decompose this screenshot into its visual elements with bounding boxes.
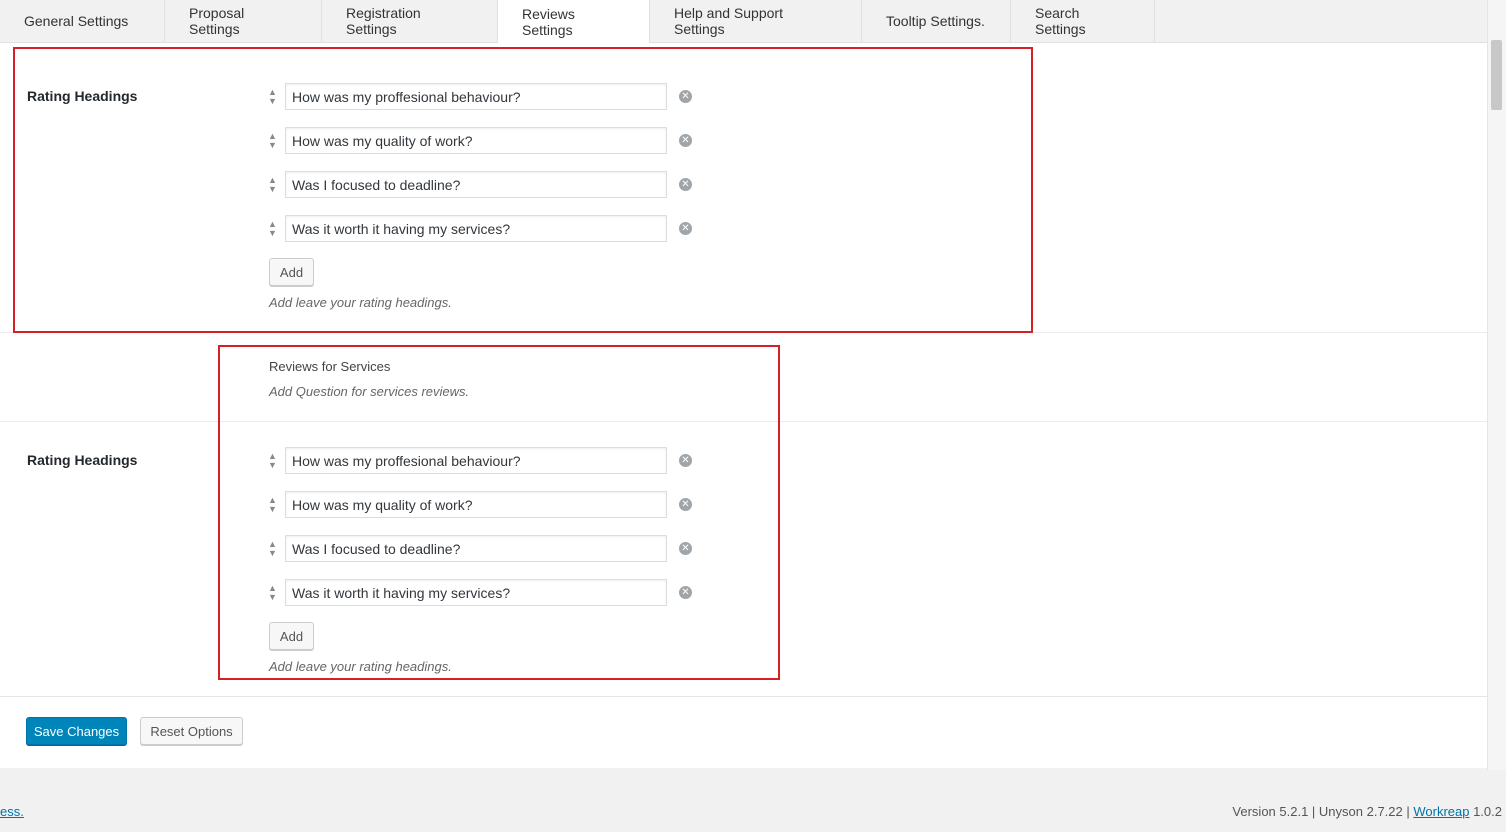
scrollbar[interactable] bbox=[1487, 0, 1506, 770]
footer-link[interactable]: ess. bbox=[0, 804, 24, 819]
version-info: Version 5.2.1 | Unyson 2.7.22 | Workreap… bbox=[1232, 804, 1502, 819]
tab-general-settings[interactable]: General Settings bbox=[0, 0, 165, 42]
scrollbar-thumb[interactable] bbox=[1491, 40, 1502, 110]
tab-search-settings[interactable]: Search Settings bbox=[1011, 0, 1155, 42]
highlight-box bbox=[13, 47, 1033, 333]
version-text: Version 5.2.1 | Unyson 2.7.22 | bbox=[1232, 804, 1414, 819]
tab-help-support-settings[interactable]: Help and Support Settings bbox=[650, 0, 862, 42]
save-changes-button[interactable]: Save Changes bbox=[26, 717, 127, 745]
workreap-link[interactable]: Workreap bbox=[1413, 804, 1469, 819]
highlight-box bbox=[218, 345, 780, 680]
rating-headings-label: Rating Headings bbox=[27, 452, 138, 468]
tab-registration-settings[interactable]: Registration Settings bbox=[322, 0, 498, 42]
reset-options-button[interactable]: Reset Options bbox=[140, 717, 243, 745]
tab-reviews-settings[interactable]: Reviews Settings bbox=[498, 0, 650, 43]
brand-version: 1.0.2 bbox=[1469, 804, 1502, 819]
tab-tooltip-settings[interactable]: Tooltip Settings. bbox=[862, 0, 1011, 42]
tab-proposal-settings[interactable]: Proposal Settings bbox=[165, 0, 322, 42]
settings-tabs: General Settings Proposal Settings Regis… bbox=[0, 0, 1488, 43]
